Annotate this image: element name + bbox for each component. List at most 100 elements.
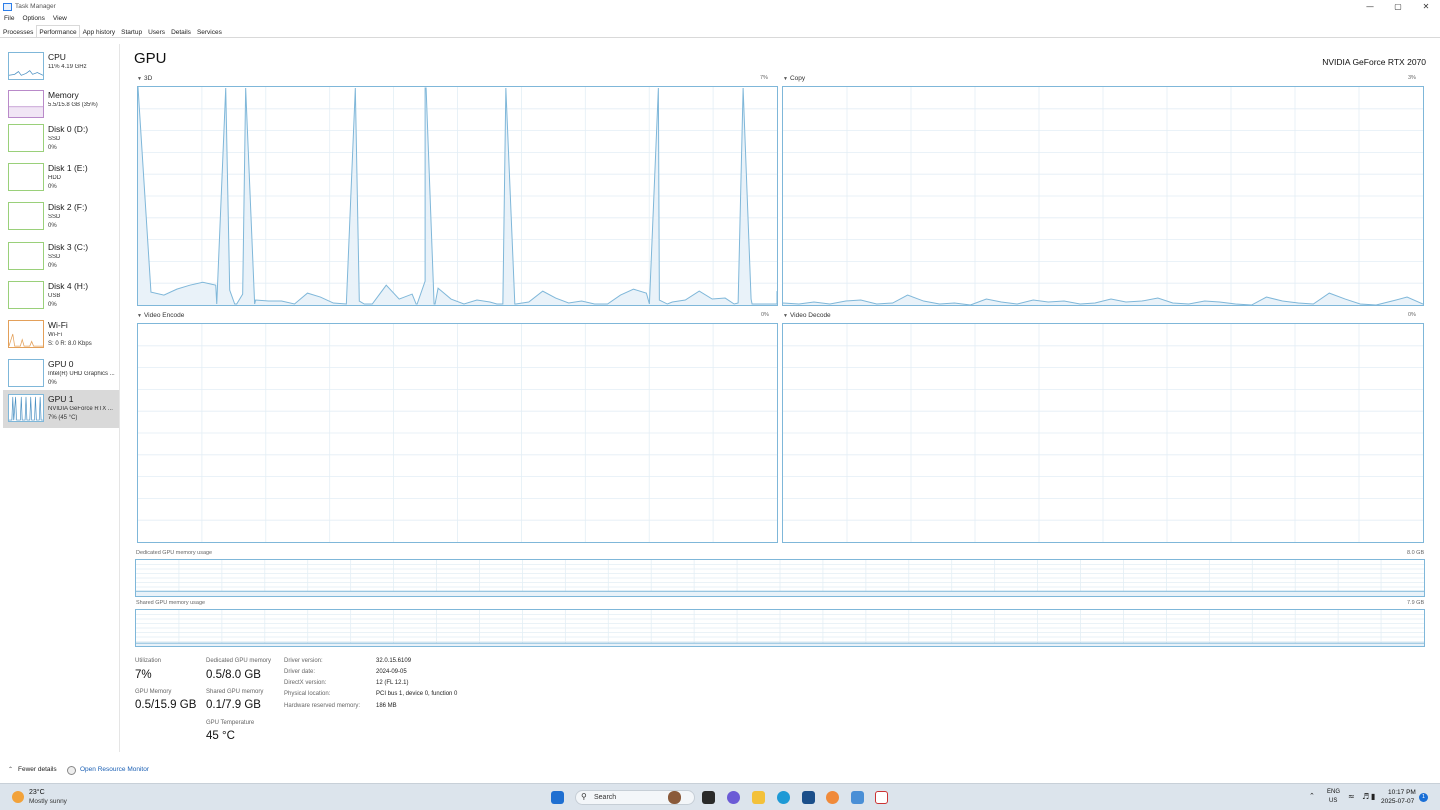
disk-thumbnail-graph xyxy=(8,202,44,230)
show-hidden-icons-chevron-icon[interactable]: ⌃ xyxy=(1309,792,1315,800)
tab-details[interactable]: Details xyxy=(168,25,194,37)
graph-video-decode-title: Video Decode xyxy=(789,312,831,319)
directx-version-value: 12 (FL 12.1) xyxy=(376,680,409,686)
maximize-button[interactable]: ▢ xyxy=(1384,0,1412,13)
sidebar-item-name: Wi-Fi xyxy=(48,320,68,330)
memory-thumbnail-graph xyxy=(8,90,44,118)
dedicated-memory-stat-label: Dedicated GPU memory xyxy=(206,658,272,664)
open-resource-monitor-link[interactable]: Open Resource Monitor xyxy=(80,766,149,773)
sidebar-item-disk-3[interactable]: Disk 3 (C:) SSD 0% xyxy=(3,238,119,276)
app-icon[interactable] xyxy=(826,791,839,804)
chevron-down-icon: ▼ xyxy=(137,76,142,82)
title-bar: Task Manager — ▢ ✕ xyxy=(0,0,1440,13)
photos-icon[interactable] xyxy=(851,791,864,804)
menu-options[interactable]: Options xyxy=(18,13,48,24)
fewer-details-button[interactable]: ⌃ Fewer details xyxy=(8,766,57,773)
chat-icon[interactable] xyxy=(727,791,740,804)
graph-video-encode-plot xyxy=(138,324,777,542)
clock-date[interactable]: 2025-07-07 xyxy=(1381,798,1414,805)
disk-thumbnail-graph xyxy=(8,281,44,309)
edge-icon[interactable] xyxy=(777,791,790,804)
graph-copy-plot xyxy=(783,87,1423,305)
performance-sidebar: CPU 11% 4.19 GHz Memory 5.5/15.8 GB (35%… xyxy=(0,44,120,752)
physical-location-label: Physical location: xyxy=(284,691,331,697)
sidebar-item-name: Memory xyxy=(48,90,79,100)
shared-memory-max: 7.9 GB xyxy=(1407,600,1425,606)
sidebar-item-gpu-1[interactable]: GPU 1 NVIDIA GeForce RTX ... 7% (45 °C) xyxy=(3,390,119,428)
tab-performance[interactable]: Performance xyxy=(36,25,80,37)
page-title: GPU xyxy=(134,50,167,67)
tab-app-history[interactable]: App history xyxy=(80,25,119,37)
dedicated-memory-stat-value: 0.5/8.0 GB xyxy=(206,669,261,681)
file-explorer-icon[interactable] xyxy=(752,791,765,804)
weather-description[interactable]: Mostly sunny xyxy=(29,798,67,805)
gpu-model-name: NVIDIA GeForce RTX 2070 xyxy=(1322,57,1426,67)
graph-3d-label[interactable]: ▼ 3D xyxy=(137,75,152,82)
speaker-icon[interactable]: ♬ xyxy=(1362,792,1369,801)
sidebar-item-detail: Intel(R) UHD Graphics ... xyxy=(48,371,115,377)
task-manager-taskbar-icon[interactable] xyxy=(875,791,888,804)
tab-users[interactable]: Users xyxy=(145,25,168,37)
dedicated-memory-graph xyxy=(135,559,1425,597)
chevron-down-icon: ▼ xyxy=(783,76,788,82)
chevron-down-icon: ▼ xyxy=(137,313,142,319)
sidebar-item-name: CPU xyxy=(48,52,66,62)
minimize-button[interactable]: — xyxy=(1356,0,1384,13)
close-button[interactable]: ✕ xyxy=(1412,0,1440,13)
search-icon: ⚲ xyxy=(581,792,587,801)
store-icon[interactable] xyxy=(802,791,815,804)
sidebar-item-wifi[interactable]: Wi-Fi Wi-Fi S: 0 R: 8.0 Kbps xyxy=(3,316,119,354)
sidebar-item-cpu[interactable]: CPU 11% 4.19 GHz xyxy=(3,48,119,86)
graph-copy-label[interactable]: ▼ Copy xyxy=(783,75,805,82)
sidebar-item-detail: 11% 4.19 GHz xyxy=(48,64,87,70)
sidebar-item-name: GPU 0 xyxy=(48,359,74,369)
widget-image-icon[interactable] xyxy=(668,791,681,804)
tab-startup[interactable]: Startup xyxy=(118,25,145,37)
sidebar-item-detail: SSD xyxy=(48,136,61,142)
search-placeholder: Search xyxy=(594,794,617,801)
sidebar-item-disk-4[interactable]: Disk 4 (H:) USB 0% xyxy=(3,277,119,315)
sidebar-item-usage: 0% xyxy=(48,145,57,151)
sidebar-item-memory[interactable]: Memory 5.5/15.8 GB (35%) xyxy=(3,86,119,124)
windows-taskbar: 23°C Mostly sunny ⚲ Search ⌃ ENG US ≈ ♬ … xyxy=(0,783,1440,810)
gpu-temperature-value: 45 °C xyxy=(206,730,235,742)
start-icon[interactable] xyxy=(551,791,564,804)
menu-view[interactable]: View xyxy=(49,13,71,24)
sidebar-item-gpu-0[interactable]: GPU 0 Intel(R) UHD Graphics ... 0% xyxy=(3,355,119,393)
tab-bar: Processes Performance App history Startu… xyxy=(0,25,1440,38)
sidebar-item-usage: 0% xyxy=(48,302,57,308)
utilization-label: Utilization xyxy=(135,658,162,664)
sidebar-item-disk-1[interactable]: Disk 1 (E:) HDD 0% xyxy=(3,159,119,197)
sidebar-item-detail: USB xyxy=(48,293,61,299)
wifi-icon[interactable]: ≈ xyxy=(1348,792,1355,801)
graph-video-decode-label[interactable]: ▼ Video Decode xyxy=(783,312,831,319)
gpu-1-thumbnail-graph xyxy=(8,394,44,422)
sidebar-item-usage: 0% xyxy=(48,380,57,386)
gpu-0-thumbnail-graph xyxy=(8,359,44,387)
menu-file[interactable]: File xyxy=(0,13,18,24)
resource-monitor-icon xyxy=(67,766,76,775)
gpu-temperature-label: GPU Temperature xyxy=(206,720,255,726)
window-title: Task Manager xyxy=(15,3,56,10)
task-view-icon[interactable] xyxy=(702,791,715,804)
graph-video-encode-title: Video Encode xyxy=(143,312,185,319)
sun-icon[interactable] xyxy=(12,791,24,803)
disk-thumbnail-graph xyxy=(8,163,44,191)
clock-time[interactable]: 10:17 PM xyxy=(1388,789,1416,796)
sidebar-item-disk-0[interactable]: Disk 0 (D:) SSD 0% xyxy=(3,120,119,158)
language-indicator[interactable]: ENG xyxy=(1327,789,1340,795)
window-controls: — ▢ ✕ xyxy=(1356,0,1440,13)
sidebar-item-name: Disk 0 (D:) xyxy=(48,124,89,134)
notification-badge[interactable]: 1 xyxy=(1419,793,1428,802)
tab-processes[interactable]: Processes xyxy=(0,25,36,37)
sidebar-item-disk-2[interactable]: Disk 2 (F:) SSD 0% xyxy=(3,198,119,236)
tab-services[interactable]: Services xyxy=(194,25,225,37)
battery-icon[interactable]: ▮ xyxy=(1371,792,1375,801)
sidebar-item-name: Disk 3 (C:) xyxy=(48,242,89,252)
graph-video-decode xyxy=(782,323,1424,543)
shared-memory-plot xyxy=(136,610,1424,646)
region-indicator[interactable]: US xyxy=(1329,798,1337,804)
sidebar-item-name: Disk 2 (F:) xyxy=(48,202,88,212)
graph-video-encode-label[interactable]: ▼ Video Encode xyxy=(137,312,184,319)
weather-temperature[interactable]: 23°C xyxy=(29,789,45,796)
